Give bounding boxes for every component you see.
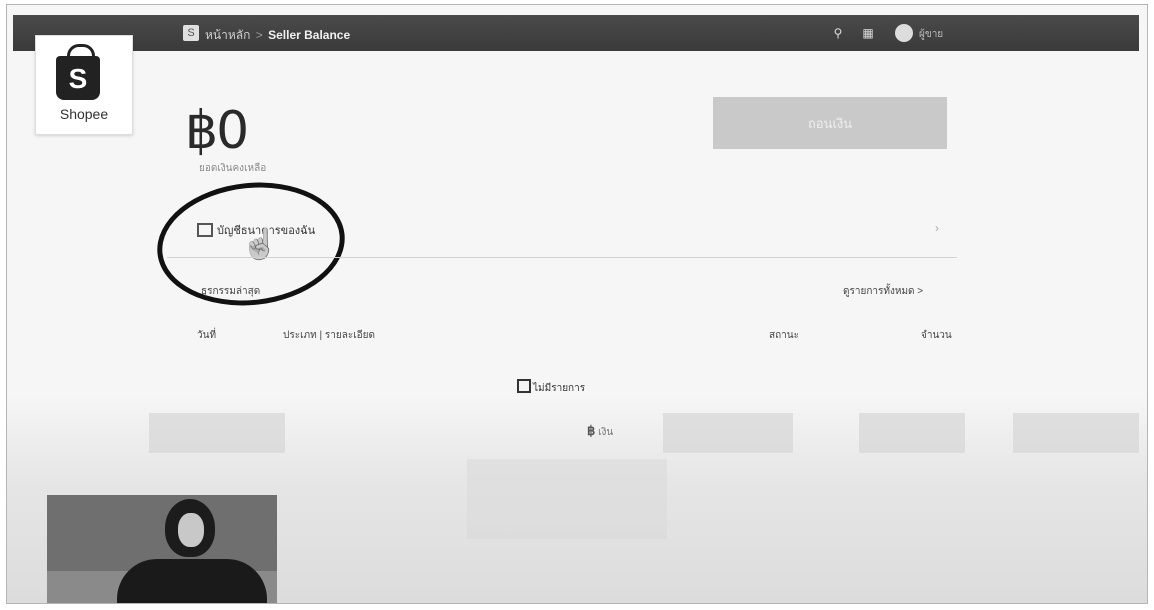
column-header-date: วันที่: [197, 330, 217, 341]
empty-list-icon: [517, 379, 531, 393]
column-header-status: สถานะ: [769, 330, 799, 341]
balance-amount: ฿0: [185, 101, 249, 161]
shopee-bag-icon: S: [56, 56, 100, 100]
view-all-link[interactable]: ดูรายการทั้งหมด >: [843, 284, 923, 299]
breadcrumb-home[interactable]: หน้าหลัก: [205, 28, 250, 42]
grid-menu-icon[interactable]: ▦: [861, 26, 875, 40]
ghost-panel: [467, 459, 667, 539]
breadcrumb: หน้าหลัก > Seller Balance: [205, 26, 350, 45]
column-header-type: ประเภท | รายละเอียด: [283, 330, 375, 341]
webcam-overlay: [47, 495, 277, 603]
ghost-card: [859, 413, 965, 453]
top-navigation-bar: S หน้าหลัก > Seller Balance ⚲ ▦ ผู้ขาย: [13, 15, 1139, 51]
column-header-amount: จำนวน: [921, 330, 952, 341]
divider: [167, 257, 957, 258]
ghost-card: [1013, 413, 1139, 453]
page-title: Seller Balance: [268, 28, 351, 42]
empty-state-text: ไม่มีรายการ: [533, 383, 586, 394]
balance-caption: ยอดเงินคงเหลือ: [199, 163, 267, 174]
withdraw-button[interactable]: ถอนเงิน: [713, 97, 947, 149]
presenter-body: [117, 559, 267, 603]
chevron-right-icon[interactable]: ›: [935, 221, 939, 235]
breadcrumb-separator: >: [255, 28, 263, 42]
search-icon[interactable]: ⚲: [831, 26, 845, 40]
shopee-small-logo-icon[interactable]: S: [183, 25, 199, 41]
ghost-card: [149, 413, 285, 453]
shopee-brand-text: Shopee: [59, 106, 109, 122]
screen-frame: S หน้าหลัก > Seller Balance ⚲ ▦ ผู้ขาย S…: [6, 4, 1148, 604]
ghost-card: [663, 413, 793, 453]
recent-transactions-title: ธุรกรรมล่าสุด: [201, 286, 261, 297]
avatar[interactable]: [895, 24, 913, 42]
user-name[interactable]: ผู้ขาย: [919, 27, 943, 42]
ghost-label: ฿ เงิน: [587, 423, 614, 438]
shopee-logo-card: S Shopee: [35, 35, 133, 135]
presenter-face: [178, 513, 204, 547]
